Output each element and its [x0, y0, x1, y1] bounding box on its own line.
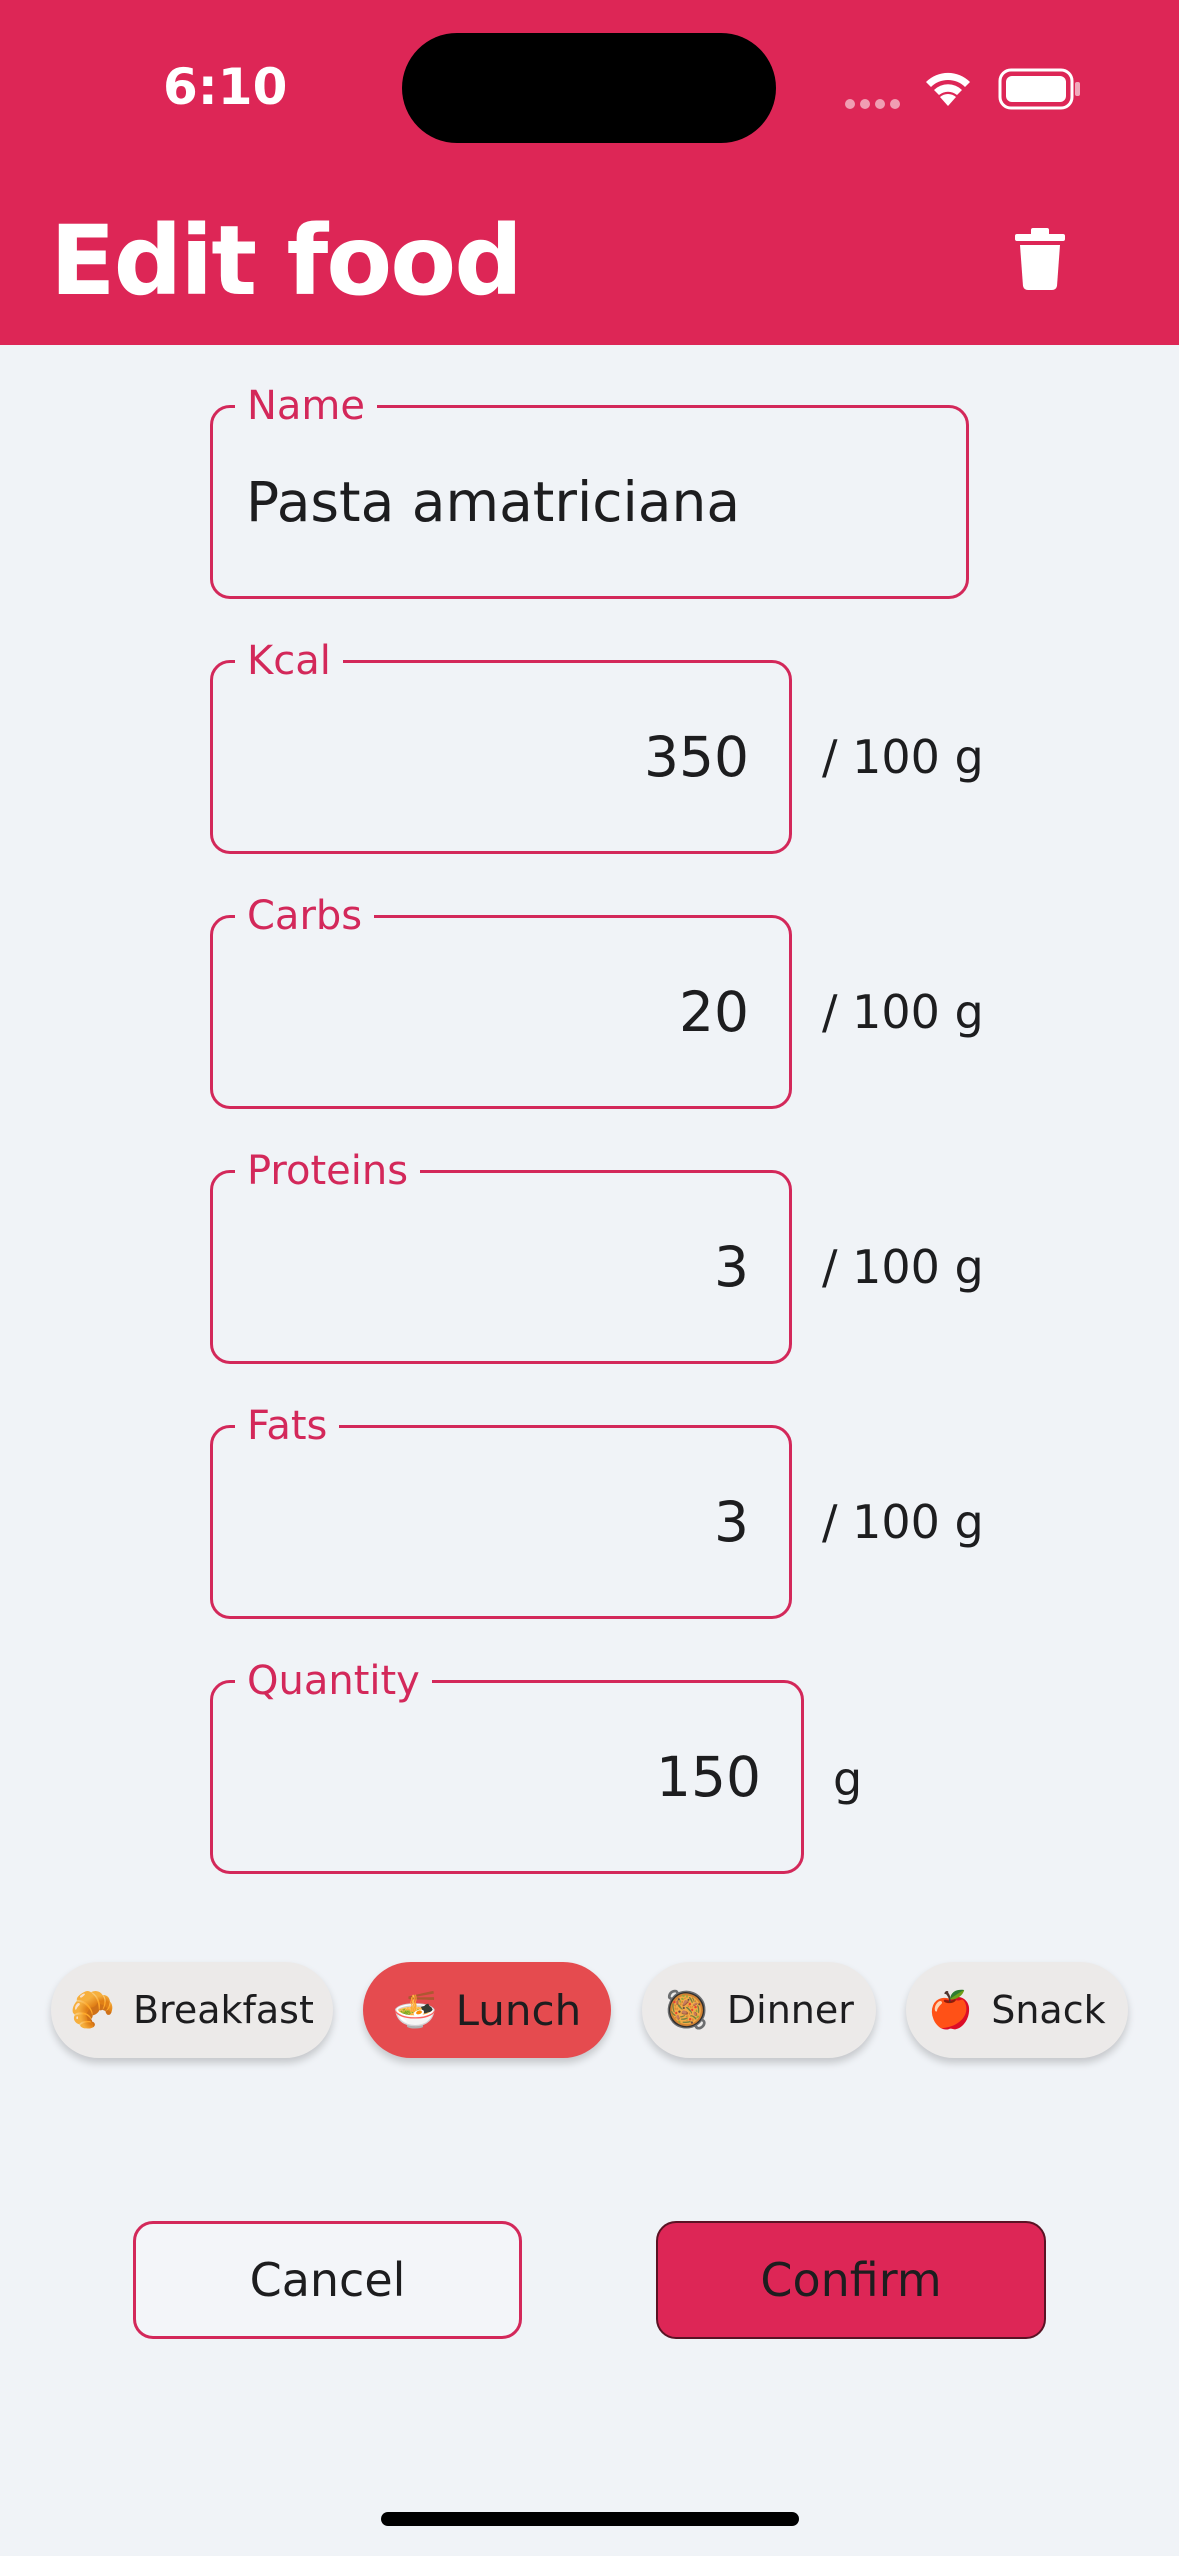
- kcal-field[interactable]: Kcal 350: [210, 636, 792, 854]
- meal-chip-dinner[interactable]: 🥘 Dinner: [642, 1962, 876, 2058]
- proteins-input-value[interactable]: 3: [714, 1173, 749, 1361]
- meal-chip-snack[interactable]: 🍎 Snack: [906, 1962, 1128, 2058]
- carbs-unit: / 100 g: [822, 985, 984, 1039]
- name-input-value[interactable]: Pasta amatriciana: [246, 408, 740, 596]
- quantity-input-value[interactable]: 150: [656, 1683, 761, 1871]
- trash-icon[interactable]: [1015, 228, 1065, 290]
- cellular-signal-icon: [845, 94, 905, 113]
- proteins-field[interactable]: Proteins 3: [210, 1146, 792, 1364]
- dynamic-island: [402, 33, 776, 143]
- page-title: Edit food: [50, 205, 523, 317]
- fats-unit: / 100 g: [822, 1495, 984, 1549]
- proteins-unit: / 100 g: [822, 1240, 984, 1294]
- quantity-label: Quantity: [235, 1656, 432, 1706]
- battery-icon: [998, 68, 1080, 110]
- paella-pan-icon: 🥘: [664, 1990, 709, 2031]
- kcal-unit: / 100 g: [822, 730, 984, 784]
- quantity-field[interactable]: Quantity 150: [210, 1656, 804, 1874]
- meal-chip-label: Dinner: [726, 1988, 854, 2032]
- carbs-field[interactable]: Carbs 20: [210, 891, 792, 1109]
- fats-label: Fats: [235, 1401, 340, 1451]
- home-indicator[interactable]: [381, 2512, 799, 2526]
- meal-chip-lunch[interactable]: 🍜 Lunch: [363, 1962, 611, 2058]
- meal-chip-label: Breakfast: [132, 1988, 314, 2032]
- kcal-input-value[interactable]: 350: [644, 663, 749, 851]
- apple-icon: 🍎: [928, 1990, 974, 2031]
- noodle-bowl-icon: 🍜: [392, 1990, 438, 2031]
- status-time: 6:10: [163, 58, 288, 116]
- app-header: 6:10 Edit food: [0, 0, 1179, 345]
- wifi-icon: [926, 72, 970, 106]
- meal-chip-breakfast[interactable]: 🥐 Breakfast: [51, 1962, 333, 2058]
- fats-input-value[interactable]: 3: [714, 1428, 749, 1616]
- fats-field[interactable]: Fats 3: [210, 1401, 792, 1619]
- croissant-icon: 🥐: [70, 1990, 115, 2031]
- carbs-input-value[interactable]: 20: [679, 918, 749, 1106]
- cancel-button[interactable]: Cancel: [133, 2221, 522, 2339]
- proteins-label: Proteins: [235, 1146, 421, 1196]
- name-field[interactable]: Name Pasta amatriciana: [210, 381, 969, 599]
- meal-chip-label: Snack: [991, 1988, 1106, 2032]
- meal-chip-label: Lunch: [455, 1985, 582, 2035]
- carbs-label: Carbs: [235, 891, 375, 941]
- confirm-button[interactable]: Confirm: [656, 2221, 1046, 2339]
- kcal-label: Kcal: [235, 636, 343, 686]
- quantity-unit: g: [833, 1752, 863, 1806]
